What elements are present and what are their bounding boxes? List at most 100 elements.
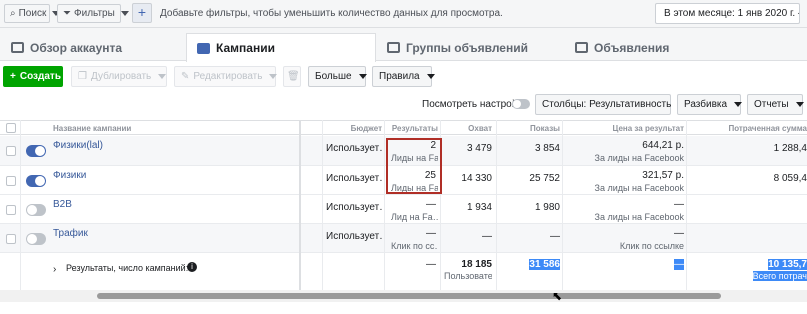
- results-cell: —: [426, 228, 436, 239]
- delete-button[interactable]: 🗑: [283, 66, 301, 87]
- pencil-icon: ✎: [181, 71, 190, 82]
- plus-icon: +: [10, 71, 16, 82]
- header-amount-spent[interactable]: Потраченная сумма: [690, 124, 807, 133]
- budget-cell: Использует…: [326, 231, 382, 242]
- campaign-name-link[interactable]: Физики(lal): [53, 140, 103, 151]
- reach-cell: 14 330: [461, 173, 492, 184]
- chevron-down-icon: [120, 11, 129, 16]
- campaign-toggle[interactable]: [26, 233, 46, 245]
- summary-spent-type: Всего потрач: [690, 271, 807, 281]
- reports-label: Отчеты: [754, 99, 789, 110]
- cost-per-result-cell: —: [674, 199, 684, 210]
- cost-per-result-type: За лиды на Facebook: [594, 183, 684, 193]
- reports-dropdown[interactable]: Отчеты: [747, 94, 804, 115]
- column-divider: [20, 120, 21, 293]
- filter-hint: Добавьте фильтры, чтобы уменьшить количе…: [160, 8, 503, 19]
- info-icon[interactable]: i: [187, 262, 197, 272]
- columns-label: Столбцы: Результативность: [542, 99, 672, 110]
- select-all-checkbox[interactable]: [6, 123, 16, 133]
- results-type: Лид на Fa…: [391, 212, 438, 222]
- header-impressions[interactable]: Показы: [502, 124, 560, 133]
- duplicate-label: Дублировать: [90, 71, 152, 82]
- column-divider: [686, 120, 687, 293]
- column-divider: [299, 120, 301, 293]
- chevron-down-icon: [269, 74, 278, 79]
- summary-impressions: 31 586: [500, 259, 560, 270]
- filters-label: Фильтры: [74, 8, 115, 19]
- row-checkbox[interactable]: [6, 205, 16, 215]
- search-label: Поиск: [18, 8, 47, 19]
- amount-spent-cell: 1 288,4: [773, 143, 807, 154]
- header-name[interactable]: Название кампании: [53, 124, 293, 133]
- campaign-toggle[interactable]: [26, 145, 46, 157]
- tab-campaigns[interactable]: Кампании: [186, 33, 376, 62]
- impressions-cell: —: [550, 231, 560, 242]
- impressions-cell: 25 752: [529, 173, 560, 184]
- cost-per-result-type: За лиды на Facebook: [594, 212, 684, 222]
- campaign-toggle[interactable]: [26, 175, 46, 187]
- more-label: Больше: [315, 71, 352, 82]
- summary-cpr-value: —: [674, 259, 684, 270]
- ad-sets-icon: [387, 42, 400, 53]
- header-results[interactable]: Результаты: [388, 124, 438, 133]
- tab-bar: Обзор аккаунта Кампании Группы объявлени…: [0, 28, 807, 62]
- action-toolbar: + Создать ❐ Дублировать ✎ Редактировать …: [0, 62, 807, 92]
- chevron-down-icon: [795, 102, 804, 107]
- header-cost-per-result[interactable]: Цена за результат: [566, 124, 684, 133]
- more-button[interactable]: Больше: [308, 66, 367, 87]
- cost-per-result-type: За лиды на Facebook: [594, 153, 684, 163]
- copy-icon: ❐: [78, 71, 87, 82]
- edit-button[interactable]: ✎ Редактировать: [174, 66, 278, 87]
- header-budget[interactable]: Бюджет: [330, 124, 382, 133]
- summary-cost-per-result: —: [566, 259, 684, 270]
- summary-reach: 18 185: [461, 259, 492, 270]
- tab-ads[interactable]: Объявления: [564, 33, 807, 61]
- rules-label: Правила: [379, 71, 420, 82]
- impressions-cell: 3 854: [534, 143, 560, 154]
- tab-ad-sets[interactable]: Группы объявлений: [376, 33, 564, 61]
- chevron-down-icon: [734, 102, 743, 107]
- view-settings-toggle[interactable]: [512, 99, 530, 109]
- campaign-name-link[interactable]: B2B: [53, 199, 72, 210]
- campaign-toggle[interactable]: [26, 204, 46, 216]
- edit-label: Редактировать: [193, 71, 263, 82]
- summary-reach-type: Пользовате: [444, 271, 492, 281]
- create-button[interactable]: + Создать: [3, 66, 63, 87]
- cost-per-result-cell: 321,57 р.: [642, 170, 684, 181]
- scrollbar-thumb[interactable]: [97, 293, 721, 299]
- breakdown-label: Разбивка: [684, 99, 728, 110]
- chevron-down-icon: [158, 74, 167, 79]
- duplicate-button[interactable]: ❐ Дублировать: [71, 66, 167, 87]
- search-dropdown[interactable]: ⌕ Поиск: [4, 4, 61, 23]
- campaign-name-link[interactable]: Физики: [53, 170, 86, 181]
- date-range-picker[interactable]: В этом месяце: 1 янв 2020 г. – 2: [655, 3, 800, 24]
- campaign-name-link[interactable]: Трафик: [53, 228, 88, 239]
- header-reach[interactable]: Охват: [446, 124, 492, 133]
- impressions-cell: 1 980: [534, 202, 560, 213]
- filter-icon: ⏷: [63, 8, 71, 19]
- row-checkbox[interactable]: [6, 234, 16, 244]
- create-label: Создать: [19, 71, 61, 82]
- summary-spent-value: 10 135,7: [768, 259, 807, 270]
- results-highlight-box: [386, 138, 442, 194]
- rules-button[interactable]: Правила: [372, 66, 435, 87]
- trash-icon: 🗑: [287, 71, 300, 82]
- filters-dropdown[interactable]: ⏷ Фильтры: [57, 4, 129, 23]
- tab-label: Группы объявлений: [406, 40, 528, 55]
- row-checkbox[interactable]: [6, 176, 16, 186]
- summary-amount-spent: 10 135,7: [690, 259, 807, 270]
- chevron-right-icon[interactable]: ›: [53, 264, 56, 275]
- tab-account-overview[interactable]: Обзор аккаунта: [0, 33, 186, 61]
- column-divider: [562, 120, 563, 293]
- reach-cell: 3 479: [466, 143, 492, 154]
- row-checkbox[interactable]: [6, 146, 16, 156]
- add-filter-button[interactable]: +: [132, 3, 152, 23]
- horizontal-scrollbar[interactable]: [0, 290, 807, 302]
- breakdown-dropdown[interactable]: Разбивка: [677, 94, 743, 115]
- cost-per-result-cell: 644,21 р.: [642, 140, 684, 151]
- results-type: Клик по сс…: [391, 241, 438, 251]
- chevron-down-icon: [426, 74, 435, 79]
- columns-dropdown[interactable]: Столбцы: Результативность: [535, 94, 687, 115]
- column-divider: [384, 120, 385, 293]
- reach-cell: 1 934: [466, 202, 492, 213]
